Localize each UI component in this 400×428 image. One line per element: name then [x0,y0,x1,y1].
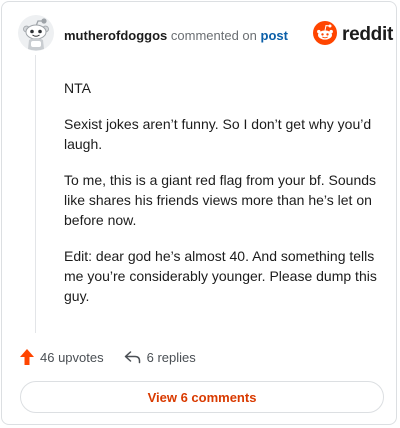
comment-actions: 46 upvotes 6 replies [19,347,196,367]
reddit-logo[interactable]: reddit [313,20,393,50]
post-link[interactable]: post [261,28,288,43]
comment-paragraph: To me, this is a giant red flag from you… [64,172,377,228]
comment-paragraph: Sexist jokes aren’t funny. So I don’t ge… [64,116,372,152]
reply-count: 6 replies [146,349,196,365]
reddit-alien-icon [313,20,337,50]
username[interactable]: mutherofdoggos [64,28,167,43]
thread-line [35,55,36,333]
reply-arrow-icon [124,350,141,364]
reddit-wordmark: reddit [342,24,393,45]
replies-button[interactable]: 6 replies [124,350,196,365]
upvote-button[interactable]: 46 upvotes [19,348,104,366]
comment-card: mutherofdoggos commented on post reddit … [1,1,397,425]
action-text: commented on [170,28,257,43]
comment-body: NTA Sexist jokes aren’t funny. So I don’… [64,78,382,322]
snoo-avatar-icon[interactable] [17,14,55,52]
comment-paragraph: Edit: dear god he’s almost 40. And somet… [64,248,377,304]
upvote-count: 46 upvotes [40,349,104,365]
view-comments-button[interactable]: View 6 comments [20,381,384,413]
comment-header: mutherofdoggos commented on post [64,28,288,44]
upvote-arrow-icon [19,348,35,366]
comment-paragraph: NTA [64,80,91,96]
